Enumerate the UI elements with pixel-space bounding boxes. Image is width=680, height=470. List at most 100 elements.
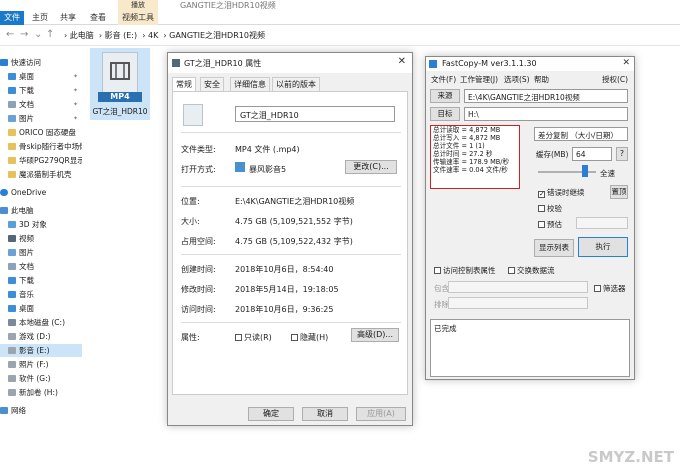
- context-tab-play[interactable]: 播放: [118, 0, 158, 11]
- breadcrumb[interactable]: › 此电脑 › 影音 (E:) › 4K › GANGTIE之泪HDR10视频: [64, 30, 265, 41]
- sidebar-item-folder[interactable]: ORICO 固态硬盘: [0, 126, 82, 139]
- hidden-checkbox[interactable]: 隐藏(H): [291, 332, 328, 343]
- apply-button[interactable]: 应用(A): [356, 407, 406, 421]
- sidebar-item-this-pc[interactable]: 此电脑: [0, 204, 82, 217]
- change-button[interactable]: 更改(C)...: [345, 160, 397, 174]
- include-label: 包含: [434, 284, 449, 293]
- sidebar-item-3d-objects[interactable]: 3D 对象: [0, 218, 82, 231]
- checkbox-icon[interactable]: [291, 334, 298, 341]
- breadcrumb-item[interactable]: 4K: [148, 31, 158, 40]
- menu-jobs[interactable]: 工作管理(J): [460, 74, 498, 85]
- verify-checkbox[interactable]: 校验: [538, 203, 562, 214]
- stat-file-rate: 文件速率 = 0.04 文件/秒: [433, 166, 508, 174]
- full-speed-label: 全速: [600, 169, 615, 178]
- ads-checkbox[interactable]: 交换数据流: [508, 265, 555, 276]
- show-list-button[interactable]: 显示列表: [534, 239, 574, 257]
- file-icon: [172, 59, 180, 67]
- sidebar-item-folder[interactable]: 骨skip随行者中场倒: [0, 140, 82, 153]
- copy-mode-select[interactable]: 差分复制 （大小/日期）: [534, 127, 628, 141]
- sidebar-item-music[interactable]: 音乐: [0, 288, 82, 301]
- cube-icon: [8, 221, 16, 228]
- sidebar-item-documents[interactable]: 文档 ✦: [0, 98, 82, 111]
- sidebar-item-onedrive[interactable]: OneDrive: [0, 186, 82, 199]
- sidebar-item-downloads[interactable]: 下载 ✦: [0, 84, 82, 97]
- cancel-button[interactable]: 取消: [302, 407, 348, 421]
- checkbox-icon[interactable]: [594, 285, 601, 292]
- ok-button[interactable]: 确定: [248, 407, 294, 421]
- close-icon[interactable]: ✕: [398, 56, 406, 67]
- pin-icon[interactable]: ✦: [73, 98, 78, 111]
- checkbox-icon[interactable]: [235, 334, 242, 341]
- buffer-field[interactable]: 64: [572, 147, 612, 161]
- menu-options[interactable]: 选项(S): [504, 74, 530, 85]
- sidebar-item-documents-pc[interactable]: 文档: [0, 260, 82, 273]
- speed-slider-handle[interactable]: [582, 165, 588, 177]
- tab-details[interactable]: 详细信息: [230, 77, 270, 91]
- tab-security[interactable]: 安全: [200, 77, 224, 91]
- checkbox-icon[interactable]: [508, 267, 515, 274]
- topmost-button[interactable]: 置顶: [610, 185, 628, 199]
- sidebar-item-drive-h[interactable]: 新加卷 (H:): [0, 386, 82, 399]
- pin-icon[interactable]: ✦: [73, 112, 78, 125]
- checkbox-icon[interactable]: [434, 267, 441, 274]
- source-field[interactable]: E:\4K\GANGTIE之泪HDR10视频: [464, 89, 628, 103]
- sidebar-item-network[interactable]: 网络: [0, 404, 82, 417]
- breadcrumb-item[interactable]: 此电脑: [70, 31, 94, 40]
- estimate-checkbox[interactable]: 预估: [538, 219, 562, 230]
- sidebar-item-folder[interactable]: 华硕PG279QR显示: [0, 154, 82, 167]
- advanced-button[interactable]: 高级(D)...: [351, 328, 399, 342]
- checkmark-icon[interactable]: ✓: [538, 191, 545, 198]
- pin-icon[interactable]: ✦: [73, 84, 78, 97]
- drive-icon: [8, 361, 16, 368]
- readonly-checkbox[interactable]: 只读(R): [235, 332, 272, 343]
- drive-icon: [8, 319, 16, 326]
- sidebar-item-downloads-pc[interactable]: 下载: [0, 274, 82, 287]
- sidebar-item-videos[interactable]: 视频: [0, 232, 82, 245]
- menu-file[interactable]: 文件(F): [431, 74, 456, 85]
- sidebar-item-pictures-pc[interactable]: 图片: [0, 246, 82, 259]
- checkbox-icon[interactable]: [538, 205, 545, 212]
- back-arrow-icon[interactable]: ←: [6, 29, 14, 40]
- document-icon: [8, 101, 16, 108]
- forward-arrow-icon[interactable]: →: [20, 29, 28, 40]
- ribbon-share-tab[interactable]: 共享: [60, 11, 76, 25]
- menu-help[interactable]: 帮助: [534, 74, 549, 85]
- dest-button[interactable]: 目标: [430, 107, 460, 121]
- filter-checkbox[interactable]: 筛选器: [594, 283, 626, 294]
- breadcrumb-item[interactable]: 影音 (E:): [105, 31, 138, 40]
- sidebar-item-drive-f[interactable]: 照片 (F:): [0, 358, 82, 371]
- accessed-label: 访问时间:: [181, 305, 216, 314]
- source-button[interactable]: 来源: [430, 89, 460, 103]
- sidebar-item-drive-g[interactable]: 软件 (G:): [0, 372, 82, 385]
- close-icon[interactable]: ✕: [622, 58, 630, 68]
- sidebar-item-desktop[interactable]: 桌面 ✦: [0, 70, 82, 83]
- filename-field[interactable]: GT之泪_HDR10: [235, 106, 395, 122]
- up-arrow-icon[interactable]: ↑: [46, 29, 54, 40]
- acl-checkbox[interactable]: 访问控制表属性: [434, 265, 496, 276]
- ribbon-home-tab[interactable]: 主页: [32, 11, 48, 25]
- tab-previous-versions[interactable]: 以前的版本: [272, 77, 320, 91]
- dropdown-chevron-icon[interactable]: ⌄: [34, 29, 42, 40]
- sidebar-item-drive-e[interactable]: 影音 (E:): [0, 344, 82, 357]
- execute-button[interactable]: 执行: [578, 237, 628, 257]
- sidebar-item-desktop-pc[interactable]: 桌面: [0, 302, 82, 315]
- breadcrumb-item[interactable]: GANGTIE之泪HDR10视频: [169, 31, 265, 40]
- pin-icon[interactable]: ✦: [73, 70, 78, 83]
- tab-general[interactable]: 常规: [172, 77, 196, 92]
- help-button[interactable]: ?: [616, 147, 628, 161]
- sidebar-item-pictures[interactable]: 图片 ✦: [0, 112, 82, 125]
- sidebar-item-drive-d[interactable]: 游戏 (D:): [0, 330, 82, 343]
- stat-write: 总计写入 = 4,872 MB: [433, 134, 501, 142]
- stats-panel: 总计读取 = 4,872 MB 总计写入 = 4,872 MB 总计文件 = 1…: [430, 125, 520, 189]
- sidebar-item-folder[interactable]: 魔派猫制手机壳: [0, 168, 82, 181]
- checkbox-icon[interactable]: [538, 221, 545, 228]
- menu-license[interactable]: 授权(C): [602, 74, 628, 85]
- ribbon-view-tab[interactable]: 查看: [90, 11, 106, 25]
- ribbon-video-tools-tab[interactable]: 视频工具: [118, 11, 158, 25]
- ribbon-file-tab[interactable]: 文件: [0, 11, 24, 25]
- sidebar-item-drive-c[interactable]: 本地磁盘 (C:): [0, 316, 82, 329]
- sidebar-item-quick-access[interactable]: 快速访问: [0, 56, 82, 69]
- continue-on-error-checkbox[interactable]: ✓ 错误时继续: [538, 187, 585, 198]
- file-item[interactable]: MP4 GT之泪_HDR10: [90, 48, 150, 120]
- dest-field[interactable]: H:\: [464, 107, 628, 121]
